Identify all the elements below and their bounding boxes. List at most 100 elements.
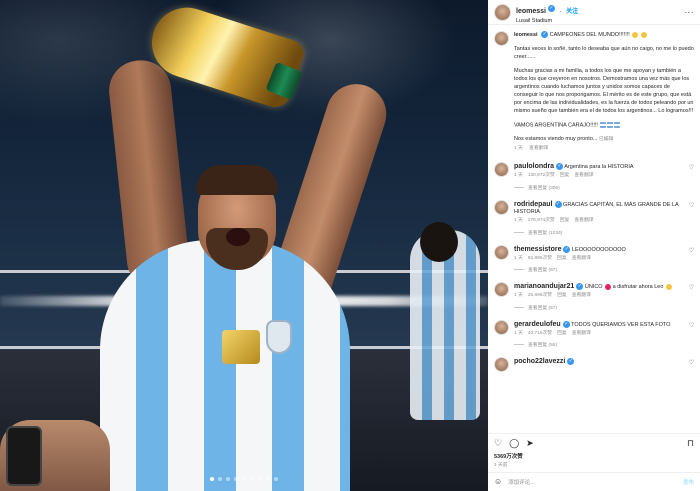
comment-time[interactable]: 1 天 [514, 256, 523, 261]
jersey-crest [266, 320, 292, 354]
caption: leomessi ✓ CAMPEONES DEL MUNDO!!!!!!! Ta… [494, 31, 694, 153]
comment-item: marianoandujar21 ✓ ÚNICO a disfrutar ahor… [494, 282, 694, 311]
comment-time[interactable]: 1 天 [514, 293, 523, 298]
comment-text: LEOOOOOOOOOOO [572, 246, 626, 253]
carousel-dot[interactable] [258, 477, 262, 481]
comment-like-heart-icon[interactable]: ♡ [689, 202, 694, 209]
view-replies-link[interactable]: 查看回复 (57) [528, 304, 557, 311]
carousel-dot[interactable] [234, 477, 238, 481]
argentina-flag-icon [607, 121, 614, 128]
translate-link[interactable]: 查看翻译 [572, 331, 591, 336]
comment-username[interactable]: pocho22lavezzi [514, 358, 565, 365]
avatar[interactable] [494, 357, 509, 373]
comment-like-heart-icon[interactable]: ♡ [689, 322, 694, 329]
comment-like-heart-icon[interactable]: ♡ [689, 247, 694, 254]
comments-list[interactable]: leomessi ✓ CAMPEONES DEL MUNDO!!!!!!! Ta… [488, 25, 700, 433]
caption-paragraph: Nos estamos viendo muy pronto... [514, 136, 598, 143]
comment-item: pocho22lavezzi ✓ ♡ [494, 357, 694, 373]
verified-icon: ✓ [554, 200, 562, 208]
caption-username[interactable]: leomessi [514, 32, 538, 38]
reply-button[interactable]: 回复 [557, 293, 567, 298]
avatar[interactable] [494, 199, 509, 215]
translate-link[interactable]: 查看翻译 [572, 256, 591, 261]
comment-username[interactable]: marianoandujar21 [514, 283, 574, 290]
carousel-dot[interactable] [250, 477, 254, 481]
translate-link[interactable]: 查看翻译 [574, 218, 593, 223]
comment-time[interactable]: 1 天 [514, 218, 523, 223]
comment-like-heart-icon[interactable]: ♡ [689, 164, 694, 171]
post-actions: ♡ ◯ ➤ ⊓ 5369万次赞 1 天前 [488, 433, 700, 472]
avatar[interactable] [494, 282, 509, 298]
edited-label: 已编辑 [599, 137, 614, 143]
caption-paragraph: Muchas gracias a mi familia, a todos los… [514, 67, 694, 114]
post-date: 1 天前 [494, 463, 508, 468]
like-heart-icon[interactable]: ♡ [494, 439, 502, 448]
reply-button[interactable]: 回复 [557, 331, 567, 336]
comment-time[interactable]: 1 天 [514, 173, 523, 178]
comment-text: TODOS QUERIAMOS VER ESTA FOTO [571, 321, 671, 328]
comment-username[interactable]: paulolondra [514, 163, 554, 170]
comment-username[interactable]: themessistore [514, 246, 561, 253]
player-hair [196, 165, 278, 195]
share-send-icon[interactable]: ➤ [526, 439, 534, 448]
post-header: leomessi ✓ · 关注 Lusail Stadium ··· [488, 0, 700, 25]
post-side-panel: leomessi ✓ · 关注 Lusail Stadium ··· leomes… [488, 0, 700, 491]
post-photo[interactable] [0, 0, 488, 491]
background-player-head [420, 222, 458, 262]
comment-like-heart-icon[interactable]: ♡ [689, 284, 694, 291]
comment-text: Argentina para la HISTORIA [564, 164, 634, 171]
verified-icon: ✓ [556, 163, 564, 171]
view-replies-link[interactable]: 查看回复 (67) [528, 266, 557, 273]
carousel-dot[interactable] [210, 477, 214, 481]
view-replies-link[interactable]: 查看回复 (306) [528, 184, 560, 191]
post-comment-button[interactable]: 发布 [683, 478, 694, 486]
avatar[interactable] [494, 3, 511, 21]
comment-likes[interactable]: 25,696次赞 [528, 293, 552, 298]
verified-icon: ✓ [563, 245, 571, 253]
carousel-dot[interactable] [218, 477, 222, 481]
username-link[interactable]: leomessi [516, 8, 546, 15]
more-options-icon[interactable]: ··· [685, 8, 695, 17]
translate-link[interactable]: 查看翻译 [572, 293, 591, 298]
comment-text-2: a disfrutar ahora Leo [612, 284, 664, 291]
replies-divider [514, 344, 524, 346]
comment-like-heart-icon[interactable]: ♡ [689, 359, 694, 366]
translate-link[interactable]: 查看翻译 [574, 173, 593, 178]
carousel-dot[interactable] [274, 477, 278, 481]
carousel-dot[interactable] [242, 477, 246, 481]
comment-likes[interactable]: 130,972次赞 [528, 173, 555, 178]
carousel-indicator[interactable] [0, 477, 488, 481]
view-replies-link[interactable]: 查看回复 (55) [528, 341, 557, 348]
comment-likes[interactable]: 276,974次赞 [528, 218, 555, 223]
location-link[interactable]: Lusail Stadium [516, 18, 685, 24]
view-replies-link[interactable]: 查看回复 (1034) [528, 229, 562, 236]
avatar[interactable] [494, 31, 509, 46]
like-count[interactable]: 5369万次赞 [494, 452, 694, 460]
avatar[interactable] [494, 319, 509, 335]
caption-time[interactable]: 1 天 [514, 146, 523, 151]
bookmark-icon[interactable]: ⊓ [687, 439, 694, 448]
replies-divider [514, 269, 524, 271]
comment-time[interactable]: 1 天 [514, 331, 523, 336]
avatar[interactable] [494, 244, 509, 260]
translate-link[interactable]: 查看翻译 [529, 146, 548, 151]
carousel-dot[interactable] [266, 477, 270, 481]
heart-emoji-icon [605, 283, 612, 290]
reply-button[interactable]: 回复 [560, 173, 570, 178]
comment-username[interactable]: rodridepaul [514, 201, 553, 208]
comment-icon[interactable]: ◯ [509, 439, 519, 448]
comment-likes[interactable]: 62,896次赞 [528, 256, 552, 261]
replies-divider [514, 231, 524, 233]
reply-button[interactable]: 回复 [557, 256, 567, 261]
comment-likes[interactable]: 40,716次赞 [528, 331, 552, 336]
avatar[interactable] [494, 162, 509, 178]
carousel-dot[interactable] [226, 477, 230, 481]
globe-emoji-icon [632, 31, 639, 38]
comment-username[interactable]: gerardeulofeu [514, 321, 561, 328]
reply-button[interactable]: 回复 [560, 218, 570, 223]
follow-button[interactable]: 关注 [566, 9, 578, 15]
comment-item: paulolondra ✓ Argentina para la HISTORIA 1… [494, 162, 694, 191]
post-modal: leomessi ✓ · 关注 Lusail Stadium ··· leomes… [0, 0, 700, 491]
emoji-smiley-icon[interactable]: ☺ [494, 478, 502, 486]
comment-input[interactable]: 添加评论... [508, 478, 677, 486]
